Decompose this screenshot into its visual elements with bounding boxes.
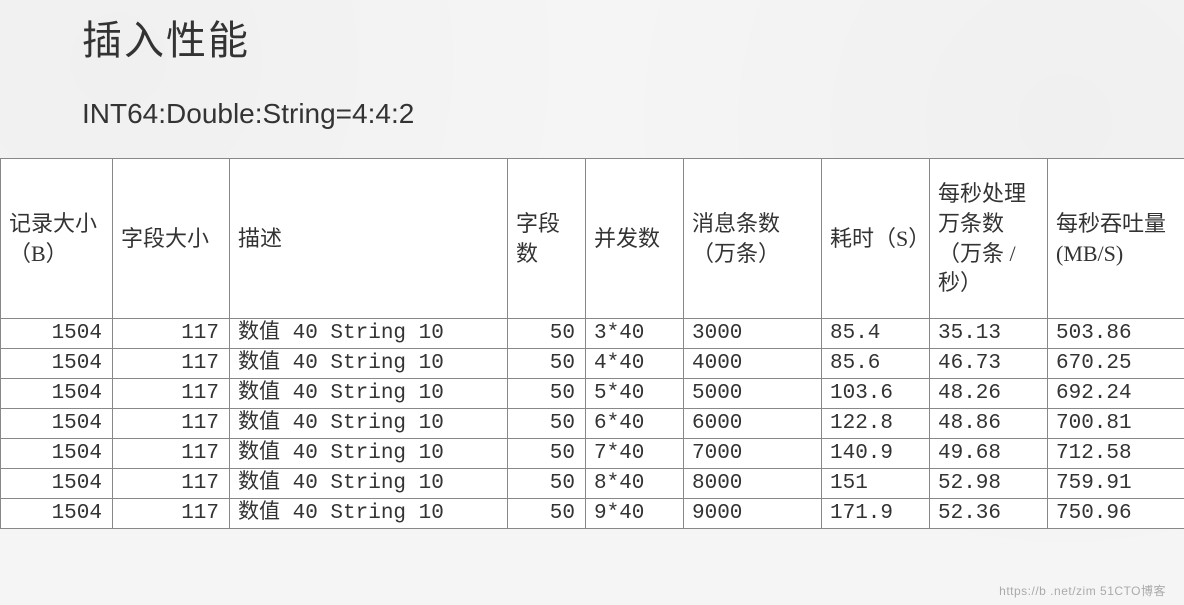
- col-field-count: 字段数: [508, 159, 586, 319]
- cell-concurrency: 5*40: [586, 379, 684, 409]
- cell-field-count: 50: [508, 379, 586, 409]
- cell-per-sec: 48.86: [930, 409, 1048, 439]
- cell-record-size: 1504: [1, 469, 113, 499]
- cell-field-count: 50: [508, 349, 586, 379]
- cell-field-count: 50: [508, 469, 586, 499]
- table-row: 1504 117 数值 40 String 10 50 3*40 3000 85…: [1, 319, 1184, 349]
- cell-record-size: 1504: [1, 439, 113, 469]
- cell-record-size: 1504: [1, 409, 113, 439]
- cell-throughput: 750.96: [1048, 499, 1184, 529]
- cell-record-size: 1504: [1, 379, 113, 409]
- slide: 插入性能 INT64:Double:String=4:4:2 记录大小（B） 字…: [0, 0, 1184, 529]
- cell-throughput: 670.25: [1048, 349, 1184, 379]
- cell-concurrency: 4*40: [586, 349, 684, 379]
- col-msg-count: 消息条数（万条）: [684, 159, 822, 319]
- cell-msg-count: 7000: [684, 439, 822, 469]
- cell-field-size: 117: [113, 469, 230, 499]
- col-elapsed: 耗时（S）: [822, 159, 930, 319]
- cell-per-sec: 48.26: [930, 379, 1048, 409]
- cell-per-sec: 49.68: [930, 439, 1048, 469]
- col-throughput: 每秒吞吐量(MB/S): [1048, 159, 1184, 319]
- table-row: 1504 117 数值 40 String 10 50 7*40 7000 14…: [1, 439, 1184, 469]
- table-header-row: 记录大小（B） 字段大小 描述 字段数 并发数 消息条数（万条） 耗时（S） 每…: [1, 159, 1184, 319]
- cell-desc: 数值 40 String 10: [230, 409, 508, 439]
- cell-throughput: 692.24: [1048, 379, 1184, 409]
- cell-elapsed: 122.8: [822, 409, 930, 439]
- cell-concurrency: 7*40: [586, 439, 684, 469]
- cell-field-size: 117: [113, 409, 230, 439]
- cell-field-count: 50: [508, 499, 586, 529]
- cell-concurrency: 8*40: [586, 469, 684, 499]
- cell-field-size: 117: [113, 499, 230, 529]
- col-desc: 描述: [230, 159, 508, 319]
- cell-elapsed: 140.9: [822, 439, 930, 469]
- cell-elapsed: 171.9: [822, 499, 930, 529]
- cell-elapsed: 85.6: [822, 349, 930, 379]
- cell-field-size: 117: [113, 439, 230, 469]
- cell-field-count: 50: [508, 439, 586, 469]
- cell-msg-count: 3000: [684, 319, 822, 349]
- table-body: 1504 117 数值 40 String 10 50 3*40 3000 85…: [1, 319, 1184, 529]
- cell-desc: 数值 40 String 10: [230, 439, 508, 469]
- cell-throughput: 503.86: [1048, 319, 1184, 349]
- cell-field-count: 50: [508, 409, 586, 439]
- table-row: 1504 117 数值 40 String 10 50 6*40 6000 12…: [1, 409, 1184, 439]
- watermark: https://b .net/zim 51CTO博客: [999, 582, 1166, 599]
- performance-table-wrap: 记录大小（B） 字段大小 描述 字段数 并发数 消息条数（万条） 耗时（S） 每…: [0, 158, 1184, 529]
- table-row: 1504 117 数值 40 String 10 50 5*40 5000 10…: [1, 379, 1184, 409]
- cell-field-count: 50: [508, 319, 586, 349]
- cell-per-sec: 52.36: [930, 499, 1048, 529]
- cell-per-sec: 35.13: [930, 319, 1048, 349]
- col-concurrency: 并发数: [586, 159, 684, 319]
- cell-msg-count: 4000: [684, 349, 822, 379]
- cell-msg-count: 6000: [684, 409, 822, 439]
- col-per-sec: 每秒处理万条数（万条 / 秒）: [930, 159, 1048, 319]
- table-row: 1504 117 数值 40 String 10 50 4*40 4000 85…: [1, 349, 1184, 379]
- cell-concurrency: 3*40: [586, 319, 684, 349]
- cell-field-size: 117: [113, 319, 230, 349]
- cell-record-size: 1504: [1, 319, 113, 349]
- cell-field-size: 117: [113, 379, 230, 409]
- table-row: 1504 117 数值 40 String 10 50 8*40 8000 15…: [1, 469, 1184, 499]
- cell-field-size: 117: [113, 349, 230, 379]
- cell-desc: 数值 40 String 10: [230, 349, 508, 379]
- cell-concurrency: 9*40: [586, 499, 684, 529]
- table-row: 1504 117 数值 40 String 10 50 9*40 9000 17…: [1, 499, 1184, 529]
- cell-elapsed: 151: [822, 469, 930, 499]
- cell-desc: 数值 40 String 10: [230, 469, 508, 499]
- cell-desc: 数值 40 String 10: [230, 499, 508, 529]
- cell-elapsed: 103.6: [822, 379, 930, 409]
- subtitle: INT64:Double:String=4:4:2: [0, 66, 1184, 158]
- cell-desc: 数值 40 String 10: [230, 319, 508, 349]
- cell-throughput: 712.58: [1048, 439, 1184, 469]
- cell-per-sec: 46.73: [930, 349, 1048, 379]
- col-record-size: 记录大小（B）: [1, 159, 113, 319]
- cell-per-sec: 52.98: [930, 469, 1048, 499]
- cell-throughput: 700.81: [1048, 409, 1184, 439]
- performance-table: 记录大小（B） 字段大小 描述 字段数 并发数 消息条数（万条） 耗时（S） 每…: [0, 158, 1184, 529]
- cell-record-size: 1504: [1, 349, 113, 379]
- cell-desc: 数值 40 String 10: [230, 379, 508, 409]
- cell-concurrency: 6*40: [586, 409, 684, 439]
- cell-msg-count: 8000: [684, 469, 822, 499]
- cell-elapsed: 85.4: [822, 319, 930, 349]
- cell-msg-count: 9000: [684, 499, 822, 529]
- cell-msg-count: 5000: [684, 379, 822, 409]
- page-title: 插入性能: [0, 0, 1184, 66]
- cell-throughput: 759.91: [1048, 469, 1184, 499]
- cell-record-size: 1504: [1, 499, 113, 529]
- col-field-size: 字段大小: [113, 159, 230, 319]
